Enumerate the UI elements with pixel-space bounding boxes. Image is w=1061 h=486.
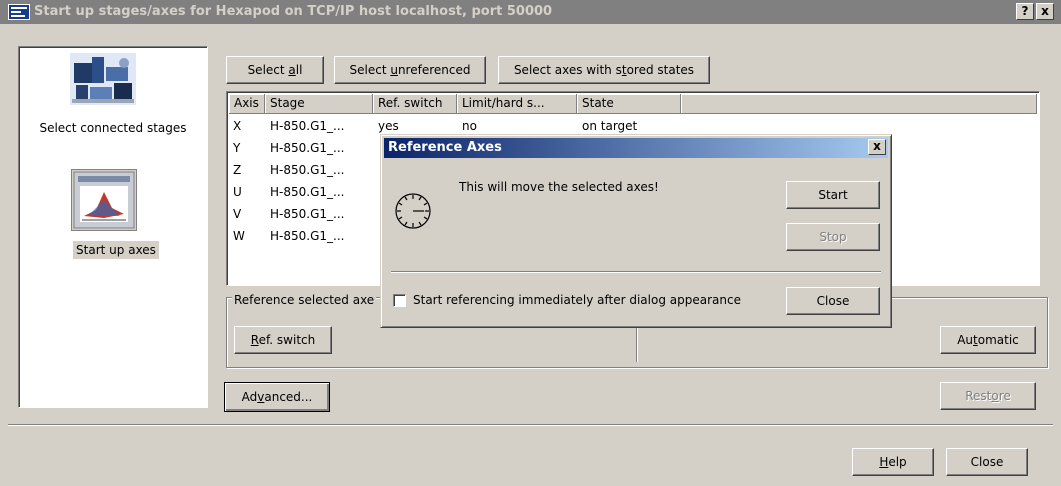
clock-icon [393, 191, 433, 231]
automatic-button[interactable]: Automatic [940, 326, 1036, 354]
cell-ref-switch: yes [378, 119, 399, 133]
close-button[interactable]: Close [946, 448, 1028, 476]
sidebar-item-select-connected-stages[interactable]: Select connected stages [19, 121, 207, 135]
select-stored-states-button[interactable]: Select axes with stored states [498, 56, 710, 84]
column-header-ref-switch[interactable]: Ref. switch [373, 94, 457, 114]
close-icon[interactable]: x [1036, 3, 1054, 20]
cell-stage: H-850.G1_... [270, 229, 345, 243]
dialog-titlebar: Reference Axes x [384, 138, 888, 158]
reference-axes-dialog: Reference Axes x This will move the sele… [380, 134, 892, 328]
stages-photo-icon[interactable] [70, 53, 136, 105]
ref-switch-button[interactable]: Ref. switch [234, 326, 332, 354]
cell-state: on target [582, 119, 638, 133]
sidebar-item-start-up-axes[interactable]: Start up axes [73, 241, 159, 259]
select-all-button[interactable]: Select all [226, 56, 324, 84]
advanced-button[interactable]: Advanced... [224, 382, 330, 412]
window-title: Start up stages/axes for Hexapod on TCP/… [34, 4, 553, 19]
group-divider [636, 326, 638, 362]
cell-axis: W [233, 229, 245, 243]
dialog-stop-button[interactable]: Stop [786, 223, 880, 251]
cell-axis: U [233, 185, 242, 199]
column-header-state[interactable]: State [577, 94, 681, 114]
reference-group-label: Reference selected axe [232, 293, 377, 307]
dialog-close-button[interactable]: Close [786, 287, 880, 315]
column-header-empty [681, 94, 1037, 114]
help-icon[interactable]: ? [1016, 3, 1034, 20]
cell-stage: H-850.G1_... [270, 207, 345, 221]
stage-navigation-panel: Select connected stages Start up axes [18, 46, 208, 408]
column-header-limit[interactable]: Limit/hard s... [457, 94, 577, 114]
dialog-title: Reference Axes [388, 140, 502, 155]
restore-button[interactable]: Restore [940, 382, 1036, 410]
dialog-close-icon[interactable]: x [868, 139, 886, 155]
help-button[interactable]: Help [852, 448, 934, 476]
dialog-start-button[interactable]: Start [786, 181, 880, 209]
start-immediately-label[interactable]: Start referencing immediately after dial… [413, 293, 741, 307]
cell-axis: Z [233, 163, 242, 177]
column-header-stage[interactable]: Stage [265, 94, 373, 114]
axes-chart-icon[interactable] [71, 169, 137, 231]
cell-stage: H-850.G1_... [270, 185, 345, 199]
cell-axis: V [233, 207, 242, 221]
bottom-separator [8, 424, 1053, 426]
cell-limit: no [462, 119, 477, 133]
cell-stage: H-850.G1_... [270, 163, 345, 177]
window-titlebar: Start up stages/axes for Hexapod on TCP/… [0, 0, 1061, 24]
cell-axis: Y [233, 141, 241, 155]
select-unreferenced-button[interactable]: Select unreferenced [334, 56, 486, 84]
app-icon [8, 4, 30, 20]
dialog-separator [391, 271, 881, 273]
cell-stage: H-850.G1_... [270, 141, 345, 155]
cell-stage: H-850.G1_... [270, 119, 345, 133]
start-immediately-checkbox[interactable] [393, 294, 406, 307]
cell-axis: X [233, 119, 242, 133]
column-header-axis[interactable]: Axis [229, 94, 265, 114]
dialog-message: This will move the selected axes! [459, 180, 659, 194]
